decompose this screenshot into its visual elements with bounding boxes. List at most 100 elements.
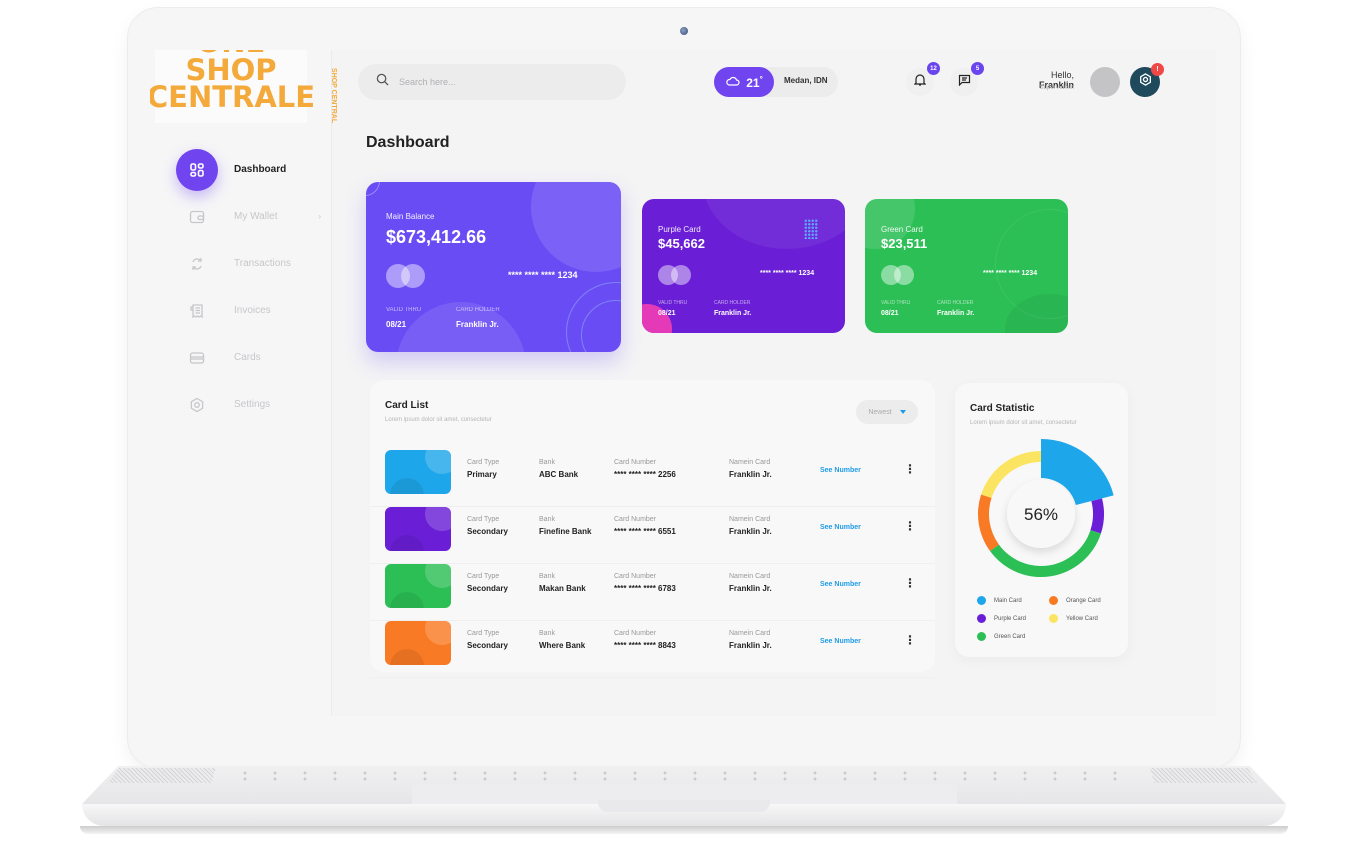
table-row[interactable]: Card Type Secondary Bank Makan Bank Card Num… <box>370 564 935 621</box>
sidebar-item-label: Transactions <box>234 258 291 269</box>
cell-bank: Bank Makan Bank <box>539 573 586 593</box>
cell-value: Franklin Jr. <box>729 527 772 536</box>
notifications-badge: 12 <box>927 62 940 75</box>
more-options-icon[interactable]: ⋮ <box>904 577 916 589</box>
messages-badge: 5 <box>971 62 984 75</box>
legend-swatch <box>977 614 986 623</box>
sidebar-item-cards[interactable]: Cards <box>176 334 326 381</box>
card-holder-value: Franklin Jr. <box>714 310 752 317</box>
avatar[interactable] <box>1090 67 1120 97</box>
legend-label: Green Card <box>994 633 1026 640</box>
card-statistic-subtitle: Lorem ipsum dolor sit amet, consectetur <box>970 420 1077 426</box>
column-label: Card Type <box>467 573 500 580</box>
card-number: **** **** **** 1234 <box>983 270 1038 277</box>
sidebar-item-dashboard[interactable]: Dashboard <box>176 146 326 193</box>
notifications-button[interactable]: 12 <box>906 62 940 96</box>
more-options-icon[interactable]: ⋮ <box>904 634 916 646</box>
valid-thru-value: 08/21 <box>658 310 676 317</box>
laptop-camera <box>680 27 688 35</box>
search-input[interactable] <box>399 77 599 87</box>
brand-logo[interactable]: ONE SHOP CENTRALE <box>150 50 315 123</box>
legend-swatch <box>977 632 986 641</box>
valid-thru-label: VALID THRU <box>386 307 422 313</box>
legend-swatch <box>1049 614 1058 623</box>
see-number-link[interactable]: See Number <box>820 524 861 531</box>
column-label: Namein Card <box>729 630 771 637</box>
weather-temp-pill: 21° <box>714 67 774 97</box>
card-decoration <box>642 304 672 333</box>
search-bar[interactable] <box>358 64 626 100</box>
cell-value: **** **** **** 2256 <box>614 470 676 479</box>
legend-item: Main Card <box>977 596 1022 605</box>
cell-name: Namein Card Franklin Jr. <box>729 516 772 536</box>
card-label: Purple Card <box>658 225 701 234</box>
brand-side-text: SHOP CENTRAL <box>330 68 337 124</box>
column-label: Namein Card <box>729 573 771 580</box>
card-label: Green Card <box>881 225 923 234</box>
card-thumbnail <box>385 564 451 608</box>
wallet-icon <box>176 196 218 238</box>
column-label: Bank <box>539 459 555 466</box>
card-holder-label: CARD HOLDER <box>714 300 751 306</box>
card-thumbnail <box>385 621 451 665</box>
weather-widget[interactable]: 21° Medan, IDN <box>714 67 838 97</box>
see-number-link[interactable]: See Number <box>820 467 861 474</box>
cell-bank: Bank ABC Bank <box>539 459 578 479</box>
column-label: Namein Card <box>729 516 771 523</box>
gear-icon <box>1139 73 1152 91</box>
main-balance-card[interactable]: Main Balance $673,412.66 **** **** **** … <box>366 182 621 352</box>
table-row[interactable]: Card Type Secondary Bank Finefine Bank Card … <box>370 507 935 564</box>
donut-segment-purple-card[interactable] <box>1090 498 1104 534</box>
column-label: Card Number <box>614 459 657 466</box>
chevron-right-icon: › <box>318 212 321 221</box>
speaker-left <box>108 768 216 783</box>
card-statistic-title: Card Statistic <box>970 403 1035 414</box>
search-icon <box>376 73 389 91</box>
thumb-decoration <box>425 621 451 645</box>
more-options-icon[interactable]: ⋮ <box>904 520 916 532</box>
see-number-link[interactable]: See Number <box>820 581 861 588</box>
purple-card[interactable]: Purple Card $45,662 **** **** **** 1234 … <box>642 199 845 333</box>
donut-segment-orange-card[interactable] <box>978 494 999 552</box>
card-list-title: Card List <box>385 400 429 411</box>
column-label: Card Number <box>614 630 657 637</box>
green-card[interactable]: Green Card $23,511 **** **** **** 1234 V… <box>865 199 1068 333</box>
legend-item: Purple Card <box>977 614 1026 623</box>
cell-value: Finefine Bank <box>539 527 592 536</box>
sidebar: Dashboard My Wallet › Transactions Invoi… <box>150 50 332 716</box>
cell-value: Secondary <box>467 584 508 593</box>
sidebar-item-settings[interactable]: Settings <box>176 381 326 428</box>
caret-down-icon <box>899 410 906 414</box>
sidebar-item-label: Dashboard <box>234 164 287 175</box>
thumb-decoration <box>390 592 424 608</box>
logo-line: CENTRALE <box>150 80 316 115</box>
cell-value: Franklin Jr. <box>729 470 772 479</box>
thumb-decoration <box>425 564 451 588</box>
more-options-icon[interactable]: ⋮ <box>904 463 916 475</box>
settings-button[interactable]: ! <box>1130 63 1164 97</box>
cell-name: Namein Card Franklin Jr. <box>729 630 772 650</box>
sidebar-item-my-wallet[interactable]: My Wallet › <box>176 193 326 240</box>
table-row[interactable]: Card Type Secondary Bank Where Bank Card Num… <box>370 621 935 678</box>
cell-value: Franklin Jr. <box>729 641 772 650</box>
cell-number: Card Number **** **** **** 6551 <box>614 516 676 536</box>
legend-swatch <box>977 596 986 605</box>
card-amount: $673,412.66 <box>386 227 487 247</box>
legend-label: Yellow Card <box>1066 615 1098 622</box>
legend-item: Green Card <box>977 632 1025 641</box>
card-icon <box>176 337 218 379</box>
sidebar-item-invoices[interactable]: Invoices <box>176 287 326 334</box>
messages-button[interactable]: 5 <box>950 62 984 96</box>
sidebar-item-transactions[interactable]: Transactions <box>176 240 326 287</box>
sidebar-item-label: Cards <box>234 352 261 363</box>
cell-number: Card Number **** **** **** 8843 <box>614 630 676 650</box>
thumb-decoration <box>390 478 424 494</box>
cell-value: **** **** **** 8843 <box>614 641 676 650</box>
card-amount: $45,662 <box>658 236 705 251</box>
column-label: Bank <box>539 573 555 580</box>
sort-dropdown[interactable]: Newest <box>856 400 918 424</box>
bell-icon <box>913 73 927 91</box>
weather-city: Medan, IDN <box>784 76 828 85</box>
table-row[interactable]: Card Type Primary Bank ABC Bank Card Number *… <box>370 450 935 507</box>
see-number-link[interactable]: See Number <box>820 638 861 645</box>
